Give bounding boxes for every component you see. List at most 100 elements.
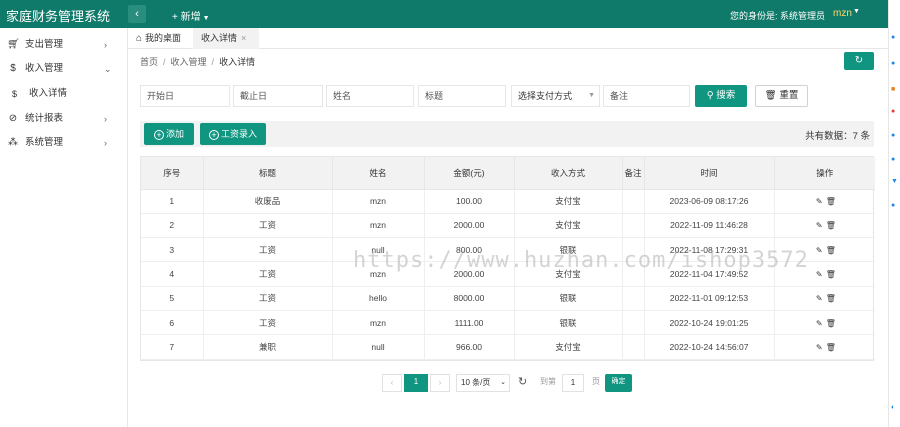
- table-cell: 兼职: [203, 334, 333, 360]
- table-cell: 支付宝: [514, 261, 623, 287]
- prev-page-button[interactable]: ‹: [382, 374, 402, 392]
- table-cell: 6: [141, 310, 204, 336]
- sidebar-item-expense[interactable]: 🛒︎ 支出管理 ›: [0, 33, 128, 57]
- caret-down-icon: ▼: [202, 15, 210, 22]
- row-actions: ✎ 🗑︎: [774, 286, 875, 311]
- table-row: 1 收废品 mzn 100.00 支付宝 2023-06-09 08:17:26 ✎ 🗑︎: [141, 189, 875, 214]
- table-cell: [622, 261, 645, 287]
- refresh-icon[interactable]: ↻: [518, 374, 527, 392]
- delete-icon[interactable]: 🗑︎: [826, 246, 836, 255]
- tab-label: 收入详情: [201, 33, 238, 43]
- table-cell: 7: [141, 334, 204, 360]
- edge-icon[interactable]: ●: [891, 202, 899, 210]
- goto-confirm-button[interactable]: 确定: [605, 374, 632, 392]
- table-cell: 工资: [203, 286, 333, 311]
- sidebar-collapse-button[interactable]: ‹: [128, 5, 146, 23]
- start-date-input[interactable]: 开始日: [140, 85, 230, 107]
- edge-icon[interactable]: ◐: [891, 404, 899, 412]
- breadcrumb-item[interactable]: 收入管理: [171, 57, 207, 67]
- table-cell: 2000.00: [424, 213, 515, 239]
- edge-icon[interactable]: ●: [891, 156, 899, 164]
- chevron-right-icon: ›: [104, 114, 107, 124]
- tab-bar: ⌂ 我的桌面 收入详情 ×: [128, 28, 888, 49]
- payment-method-select[interactable]: 选择支付方式 ▼: [511, 85, 600, 107]
- add-button[interactable]: + 添加: [144, 123, 194, 145]
- column-header: 标题: [203, 157, 333, 190]
- sidebar-item-reports[interactable]: ⊘ 统计报表 ›: [0, 107, 128, 131]
- page-size-value: 10 条/页: [461, 378, 491, 387]
- delete-icon[interactable]: 🗑︎: [826, 270, 836, 279]
- dollar-icon: $: [10, 63, 16, 74]
- delete-icon[interactable]: 🗑︎: [826, 197, 836, 206]
- table-cell: [622, 189, 645, 214]
- edit-icon[interactable]: ✎: [815, 343, 824, 352]
- edit-icon[interactable]: ✎: [815, 319, 824, 328]
- user-menu[interactable]: mzn: [833, 8, 852, 19]
- delete-icon[interactable]: 🗑︎: [826, 319, 836, 328]
- close-icon[interactable]: ×: [241, 28, 246, 49]
- sidebar-item-label: 收入管理: [25, 63, 64, 74]
- cart-icon: 🛒︎: [7, 39, 20, 50]
- table-cell: 支付宝: [514, 189, 623, 214]
- edge-icon[interactable]: ■: [891, 86, 899, 94]
- table-cell: mzn: [332, 189, 425, 214]
- edit-icon[interactable]: ✎: [815, 197, 824, 206]
- table-cell: hello: [332, 286, 425, 311]
- edge-icon[interactable]: ●: [891, 132, 899, 140]
- refresh-button[interactable]: ↻: [844, 52, 874, 70]
- dollar-icon: $: [12, 89, 18, 99]
- row-actions: ✎ 🗑︎: [774, 334, 875, 360]
- table-cell: [622, 213, 645, 239]
- edge-icon[interactable]: ▼: [891, 178, 899, 186]
- end-date-input[interactable]: 截止日: [233, 85, 323, 107]
- page-size-select[interactable]: 10 条/页 ⌄: [456, 374, 510, 392]
- table-row: 5 工资 hello 8000.00 银联 2022-11-01 09:12:53 ✎ 🗑︎: [141, 286, 875, 311]
- goto-page-input[interactable]: 1: [562, 374, 584, 392]
- add-new-menu[interactable]: + 新增 ▼: [172, 8, 210, 23]
- reset-button[interactable]: 🗑︎ 重置: [755, 85, 808, 107]
- column-header: 姓名: [332, 157, 425, 190]
- breadcrumb-item[interactable]: 首页: [140, 57, 158, 67]
- table-cell: 5: [141, 286, 204, 311]
- delete-icon[interactable]: 🗑︎: [826, 343, 836, 352]
- sidebar-item-income[interactable]: $ 收入管理 ⌄: [0, 57, 128, 81]
- column-header: 时间: [644, 157, 775, 190]
- title-input[interactable]: 标题: [418, 85, 506, 107]
- edge-icon[interactable]: ●: [891, 34, 899, 42]
- edit-icon[interactable]: ✎: [815, 246, 824, 255]
- delete-icon[interactable]: 🗑︎: [826, 294, 836, 303]
- column-header: 操作: [774, 157, 875, 190]
- edit-icon[interactable]: ✎: [815, 270, 824, 279]
- sidebar: 🛒︎ 支出管理 › $ 收入管理 ⌄ $ 收入详情 ⊘ 统计报表 › ⁂ 系统管…: [0, 28, 128, 427]
- page-unit-label: 页: [592, 377, 600, 386]
- table-cell: 2022-10-24 14:56:07: [644, 334, 775, 360]
- edge-icon[interactable]: ●: [891, 108, 899, 116]
- edit-icon[interactable]: ✎: [815, 294, 824, 303]
- sidebar-item-income-detail[interactable]: $ 收入详情: [0, 82, 128, 106]
- note-input[interactable]: 备注: [603, 85, 690, 107]
- page-1-button[interactable]: 1: [404, 374, 428, 392]
- table-cell: 工资: [203, 261, 333, 287]
- plus-circle-icon: +: [153, 130, 164, 140]
- table-cell: mzn: [332, 213, 425, 239]
- name-input[interactable]: 姓名: [326, 85, 414, 107]
- sidebar-item-system[interactable]: ⁂ 系统管理 ›: [0, 131, 128, 155]
- refresh-icon: ↻: [854, 55, 864, 66]
- app-title: 家庭财务管理系统: [6, 9, 111, 24]
- row-actions: ✎ 🗑︎: [774, 213, 875, 239]
- salary-entry-button[interactable]: + 工资录入: [200, 123, 266, 145]
- goto-label: 到第: [540, 377, 556, 386]
- edit-icon[interactable]: ✎: [815, 221, 824, 230]
- search-button[interactable]: ⚲ 搜索: [695, 85, 747, 107]
- table-cell: 8000.00: [424, 286, 515, 311]
- table-cell: 银联: [514, 286, 623, 311]
- edge-icon[interactable]: ●: [891, 60, 899, 68]
- identity-label: 您的身份是: 系统管理员: [730, 11, 826, 21]
- add-button-label: 添加: [165, 129, 184, 139]
- table-cell: 工资: [203, 310, 333, 336]
- grid-icon: ⁂: [8, 137, 18, 148]
- tab-income-detail[interactable]: 收入详情 ×: [193, 28, 259, 49]
- tab-home[interactable]: ⌂ 我的桌面: [136, 28, 181, 49]
- next-page-button[interactable]: ›: [430, 374, 450, 392]
- delete-icon[interactable]: 🗑︎: [826, 221, 836, 230]
